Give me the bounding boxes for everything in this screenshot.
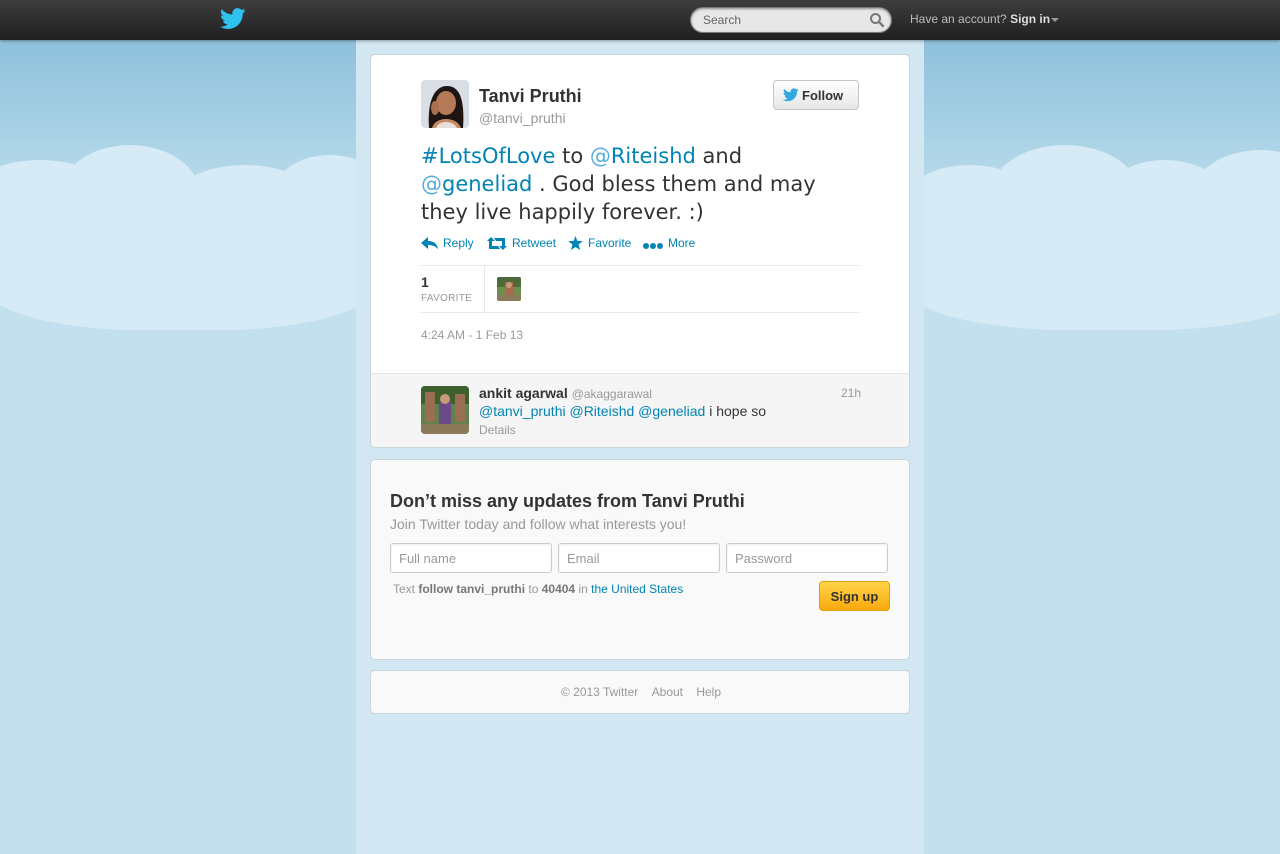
reply-author-avatar[interactable] [421, 386, 469, 434]
more-label: More [668, 236, 696, 250]
signup-title: Don’t miss any updates from Tanvi Pruthi [390, 491, 745, 511]
search-input[interactable] [703, 12, 863, 28]
star-icon [568, 236, 583, 250]
signin-link[interactable]: Sign in [1010, 12, 1050, 26]
help-link[interactable]: Help [696, 685, 721, 699]
tweet-card: Tanvi Pruthi @tanvi_pruthi Follow #LotsO… [370, 54, 910, 448]
reply-action[interactable]: Reply [421, 236, 474, 250]
fullname-field[interactable] [390, 543, 552, 573]
retweet-action[interactable]: Retweet [487, 236, 556, 250]
reply-author-handle: @akaggarawal [571, 387, 652, 401]
stat-divider [484, 266, 485, 313]
about-link[interactable]: About [652, 685, 683, 699]
reply-details-link[interactable]: Details [479, 423, 516, 437]
sms-command: follow tanvi_pruthi [418, 582, 526, 596]
sms-to: to [528, 582, 539, 596]
hashtag-link[interactable]: #LotsOfLove [421, 144, 555, 168]
signup-card: Don’t miss any updates from Tanvi Pruthi… [370, 459, 910, 660]
reply-tweet: ankit agarwal @akaggarawal 21h @tanvi_pru… [371, 373, 909, 447]
signup-button[interactable]: Sign up [819, 581, 890, 611]
tweet-text-and: and [695, 144, 743, 168]
sms-text: Text [393, 582, 416, 596]
twitter-bird-icon [783, 88, 799, 102]
tweet-stats: 1 FAVORITE [421, 265, 859, 313]
password-field[interactable] [726, 543, 888, 573]
footer-card: © 2013 Twitter About Help [370, 670, 910, 714]
account-prompt: Have an account? [910, 12, 1007, 26]
retweet-icon [487, 237, 507, 250]
favorite-action[interactable]: Favorite [568, 236, 631, 250]
mention-link-riteishd[interactable]: @Riteishd [590, 144, 696, 168]
footer: © 2013 Twitter About Help [371, 685, 909, 699]
retweet-label: Retweet [512, 236, 557, 250]
favorite-count: 1 [421, 274, 429, 290]
tweet-timestamp[interactable]: 4:24 AM - 1 Feb 13 [421, 328, 523, 342]
author-avatar[interactable] [421, 80, 469, 128]
mention-link-geneliad[interactable]: @geneliad [638, 403, 705, 419]
favoriter-avatar[interactable] [497, 277, 521, 301]
follow-label: Follow [802, 87, 844, 103]
reply-text: @tanvi_pruthi @Riteishd @geneliad i hope… [479, 403, 766, 419]
search-box [690, 7, 892, 33]
mention-link-geneliad[interactable]: @geneliad [421, 172, 532, 196]
reply-body: i hope so [705, 403, 767, 419]
sms-in: in [578, 582, 588, 596]
copyright: © 2013 Twitter [560, 685, 639, 699]
follow-button[interactable]: Follow [773, 80, 859, 110]
twitter-bird-icon[interactable] [220, 7, 246, 31]
more-dots-icon [643, 243, 663, 249]
favorite-stat-label: FAVORITE [421, 293, 473, 304]
reply-time[interactable]: 21h [841, 386, 861, 400]
signup-subtitle: Join Twitter today and follow what inter… [390, 516, 687, 532]
tweet-text: #LotsOfLove to @Riteishd and @geneliad . … [421, 142, 861, 226]
mention-link-tanvi[interactable]: @tanvi_pruthi [479, 403, 566, 419]
mention-name: geneliad [442, 172, 533, 196]
mention-at: @ [421, 172, 442, 196]
mention-at: @ [589, 144, 611, 168]
sms-number: 40404 [541, 582, 576, 596]
reply-author-name: ankit agarwal [479, 385, 568, 401]
top-bar: Have an account? Sign in [0, 0, 1280, 40]
sms-country-link[interactable]: the United States [591, 582, 683, 596]
tweet-text-to: to [555, 144, 590, 168]
favorite-label: Favorite [588, 236, 632, 250]
caret-down-icon[interactable] [1051, 17, 1060, 22]
reply-label: Reply [443, 236, 474, 250]
more-action[interactable]: More [643, 236, 695, 250]
reply-icon [421, 237, 438, 249]
sms-instructions: Text follow tanvi_pruthi to 40404 in the… [393, 582, 683, 596]
author-name[interactable]: Tanvi Pruthi [479, 86, 582, 107]
email-field[interactable] [558, 543, 720, 573]
mention-link-riteishd[interactable]: @Riteishd [569, 403, 634, 419]
reply-author[interactable]: ankit agarwal @akaggarawal [479, 385, 652, 401]
author-handle[interactable]: @tanvi_pruthi [479, 110, 566, 126]
signin-area: Have an account? Sign in [910, 12, 1060, 26]
search-icon[interactable] [869, 12, 885, 28]
mention-name: Riteishd [610, 144, 696, 168]
